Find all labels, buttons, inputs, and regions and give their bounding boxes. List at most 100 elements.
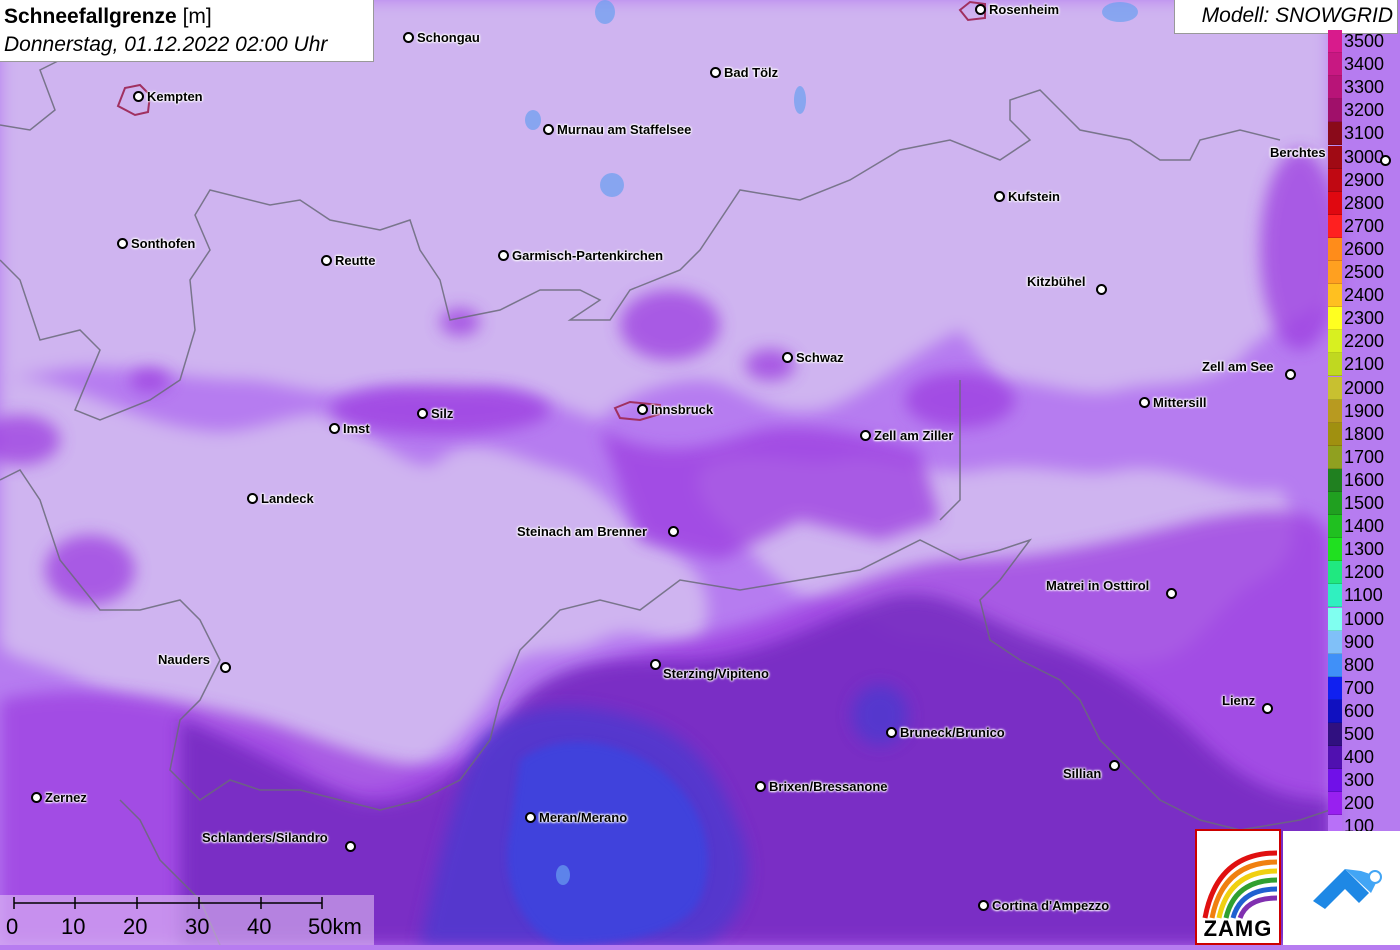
city-dot-icon bbox=[117, 238, 128, 249]
city-label: Imst bbox=[343, 421, 370, 436]
title-datetime: Donnerstag, 01.12.2022 02:00 Uhr bbox=[4, 33, 328, 56]
legend-label: 2800 bbox=[1344, 192, 1385, 213]
legend-item: 2400 bbox=[1328, 284, 1400, 308]
city-dot-icon bbox=[543, 124, 554, 135]
legend-item: 1700 bbox=[1328, 445, 1400, 469]
legend-label: 1500 bbox=[1344, 493, 1385, 513]
legend-swatch bbox=[1328, 746, 1342, 770]
snow-line-map[interactable] bbox=[0, 0, 1400, 945]
city-dot-icon bbox=[1109, 760, 1120, 771]
legend-item: 1800 bbox=[1328, 422, 1400, 446]
title: Schneefallgrenze [m] bbox=[4, 3, 369, 31]
legend-label: 1800 bbox=[1344, 423, 1385, 444]
city-label: Sillian bbox=[1063, 766, 1102, 781]
city-dot-icon bbox=[321, 255, 332, 266]
legend-swatch bbox=[1328, 261, 1342, 284]
legend-swatch bbox=[1328, 76, 1342, 100]
legend-label: 800 bbox=[1344, 654, 1375, 675]
legend-label: 2700 bbox=[1344, 215, 1385, 236]
legend-label: 1100 bbox=[1344, 585, 1383, 606]
legend-item: 1000 bbox=[1328, 607, 1400, 631]
legend-label: 3300 bbox=[1344, 77, 1385, 98]
legend-item: 1300 bbox=[1328, 538, 1400, 562]
legend-swatch bbox=[1328, 723, 1342, 746]
legend-label: 1600 bbox=[1344, 469, 1385, 490]
legend-swatch bbox=[1328, 492, 1342, 515]
scale-label: 20 bbox=[123, 914, 148, 939]
city-label: Lienz bbox=[1222, 693, 1256, 708]
legend-item: 2200 bbox=[1328, 330, 1400, 354]
city-dot-icon bbox=[525, 812, 536, 823]
legend-item: 2600 bbox=[1328, 237, 1400, 261]
city-dot-icon bbox=[637, 404, 648, 415]
legend-item: 600 bbox=[1328, 699, 1400, 723]
legend-swatch bbox=[1328, 284, 1342, 308]
legend-swatch bbox=[1328, 676, 1342, 700]
city-dot-icon bbox=[220, 662, 231, 673]
geosphere-icon bbox=[1313, 869, 1382, 909]
legend-swatch bbox=[1328, 376, 1342, 400]
legend-swatch bbox=[1328, 792, 1342, 816]
legend-item: 800 bbox=[1328, 653, 1400, 677]
city-dot-icon bbox=[329, 423, 340, 434]
legend-label: 400 bbox=[1344, 747, 1375, 768]
legend-label: 2300 bbox=[1344, 308, 1385, 329]
city-label: Nauders bbox=[158, 652, 211, 667]
legend-swatch bbox=[1328, 168, 1342, 192]
legend-label: 1200 bbox=[1344, 562, 1385, 583]
legend-swatch bbox=[1328, 214, 1342, 238]
legend-swatch bbox=[1328, 699, 1342, 723]
legend-item: 2700 bbox=[1328, 214, 1400, 238]
city-label: Landeck bbox=[261, 491, 314, 506]
legend-label: 1300 bbox=[1344, 539, 1385, 560]
legend-item: 300 bbox=[1328, 769, 1400, 793]
legend-swatch bbox=[1328, 191, 1342, 215]
city-label: Cortina d'Ampezzo bbox=[992, 898, 1110, 913]
city-label: Sonthofen bbox=[131, 236, 196, 251]
rainbow-icon bbox=[1202, 850, 1278, 919]
zamg-logo[interactable]: ZAMG bbox=[1195, 829, 1281, 945]
legend-swatch bbox=[1328, 99, 1342, 123]
legend-label: 1000 bbox=[1344, 608, 1385, 629]
legend-swatch bbox=[1328, 53, 1342, 77]
legend-swatch bbox=[1328, 653, 1342, 677]
scale-label: 0 bbox=[6, 914, 19, 939]
legend-swatch bbox=[1328, 353, 1342, 377]
legend-label: 1900 bbox=[1344, 400, 1385, 421]
legend-label: 3500 bbox=[1344, 31, 1385, 51]
color-legend: 3500 3400 3300 3200 3100 3000 2900 2800 2700 2600… bbox=[1328, 30, 1400, 839]
legend-swatch bbox=[1328, 307, 1342, 331]
model-label: Modell: SNOWGRID bbox=[1174, 0, 1398, 34]
city-dot-icon bbox=[1166, 588, 1177, 599]
legend-swatch bbox=[1328, 769, 1342, 793]
city-dot-icon bbox=[710, 67, 721, 78]
legend-item: 500 bbox=[1328, 723, 1400, 746]
legend-label: 500 bbox=[1344, 724, 1375, 744]
legend-item: 900 bbox=[1328, 630, 1400, 654]
scale-label: 50km bbox=[308, 914, 362, 939]
legend-label: 3200 bbox=[1344, 100, 1385, 121]
city-label: Reutte bbox=[335, 253, 376, 268]
legend-item: 3400 bbox=[1328, 53, 1400, 77]
city-dot-icon bbox=[978, 900, 989, 911]
legend-swatch bbox=[1328, 630, 1342, 654]
legend-item: 200 bbox=[1328, 792, 1400, 816]
legend-label: 1400 bbox=[1344, 516, 1385, 537]
legend-swatch bbox=[1328, 561, 1342, 585]
legend-label: 900 bbox=[1344, 631, 1375, 652]
legend-item: 1100 bbox=[1328, 584, 1400, 608]
legend-item: 3200 bbox=[1328, 99, 1400, 123]
legend-label: 3400 bbox=[1344, 54, 1385, 75]
city-label: Murnau am Staffelsee bbox=[557, 122, 692, 137]
legend-item: 1600 bbox=[1328, 468, 1400, 492]
city-label: Kempten bbox=[147, 89, 203, 104]
geosphere-logo[interactable] bbox=[1283, 831, 1400, 945]
city-dot-icon bbox=[1380, 155, 1391, 166]
scale-label: 40 bbox=[247, 914, 272, 939]
legend-label: 200 bbox=[1344, 793, 1375, 814]
legend-label: 300 bbox=[1344, 770, 1375, 791]
legend-swatch bbox=[1328, 468, 1342, 492]
city-label: Zell am Ziller bbox=[874, 428, 954, 443]
legend-swatch bbox=[1328, 515, 1342, 539]
title-main: Schneefallgrenze bbox=[4, 5, 177, 28]
